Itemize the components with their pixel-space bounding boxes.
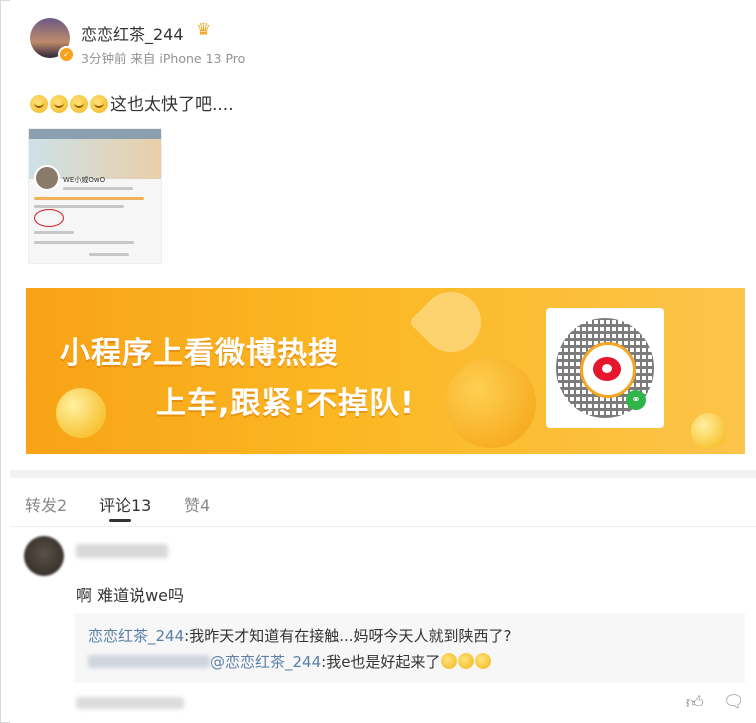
thumbnail-text-line: [63, 187, 133, 190]
thumbnail-avatar: [34, 165, 60, 191]
post-image-thumbnail[interactable]: WE小威OwO: [28, 128, 162, 264]
post-text: 这也太快了吧....: [30, 90, 234, 115]
thumbnail-text-line: [34, 197, 144, 200]
smile-emoji-icon: [90, 95, 108, 113]
reply-username-blurred: [88, 655, 210, 668]
crying-emoji-icon: [475, 653, 492, 669]
thumbnail-text-line: [34, 241, 134, 244]
thumbnail-profile-name: WE小威OwO: [63, 176, 106, 184]
like-icon[interactable]: 👍︎: [686, 692, 704, 713]
tab-likes[interactable]: 赞4: [184, 492, 210, 516]
banner-headline: 小程序上看微博热搜: [60, 336, 339, 371]
crying-emoji-icon: [441, 653, 458, 669]
smile-emoji-icon: [50, 95, 68, 113]
tab-comments[interactable]: 评论13: [99, 492, 151, 516]
rocket-icon: [408, 288, 494, 365]
post-meta: 3分钟前 来自 iPhone 13 Pro: [81, 51, 246, 66]
reply-username-link[interactable]: 恋恋红茶_244: [88, 627, 184, 645]
qr-code: ⚭: [546, 308, 664, 428]
thumbnail-statusbar: [29, 129, 161, 139]
smile-emoji-icon: [30, 95, 48, 113]
smile-emoji-icon: [70, 95, 88, 113]
reply-icon[interactable]: 🗨︎: [723, 692, 745, 712]
thumbnail-red-circle: [34, 209, 64, 227]
post-text-content: 这也太快了吧....: [110, 95, 234, 115]
banner-subline: 上车,跟紧!不掉队!: [156, 386, 415, 421]
verified-badge-icon: ✓: [58, 46, 75, 63]
banner-decoration: [691, 413, 727, 449]
thumbnail-text-line: [34, 231, 74, 234]
weibo-logo-icon: [580, 342, 636, 398]
reply-text: :我昨天才知道有在接触...妈呀今天人就到陕西了?: [184, 627, 512, 645]
crying-emoji-icon: [458, 653, 475, 669]
comment-text: 啊 难道说we吗: [76, 586, 185, 605]
post-username[interactable]: 恋恋红茶_244: [81, 21, 184, 45]
reply-text: :我e也是好起来了: [321, 653, 441, 671]
banner-decoration: [56, 388, 106, 438]
active-tab-indicator: [109, 519, 131, 522]
mini-program-icon: ⚭: [626, 390, 646, 410]
thumbnail-text-line: [34, 205, 124, 208]
reply-thread[interactable]: [75, 613, 745, 683]
tab-reposts[interactable]: 转发2: [25, 492, 67, 516]
reply-mention-link[interactable]: @恋恋红茶_244: [210, 653, 321, 671]
commenter-avatar[interactable]: [24, 536, 64, 576]
banner-decoration: [446, 358, 536, 448]
tab-divider: [10, 526, 756, 527]
crown-icon: ♛: [196, 20, 212, 40]
commenter-name-blurred: [76, 544, 168, 558]
comment-timestamp-blurred: [76, 697, 184, 709]
mini-program-banner[interactable]: 小程序上看微博热搜 上车,跟紧!不掉队! ⚭: [26, 288, 745, 454]
reply-item: @恋恋红茶_244:我e也是好起来了: [88, 651, 492, 672]
thumbnail-text-line: [89, 253, 129, 256]
section-separator: [10, 470, 756, 478]
reply-item: 恋恋红茶_244:我昨天才知道有在接触...妈呀今天人就到陕西了?: [88, 625, 511, 646]
